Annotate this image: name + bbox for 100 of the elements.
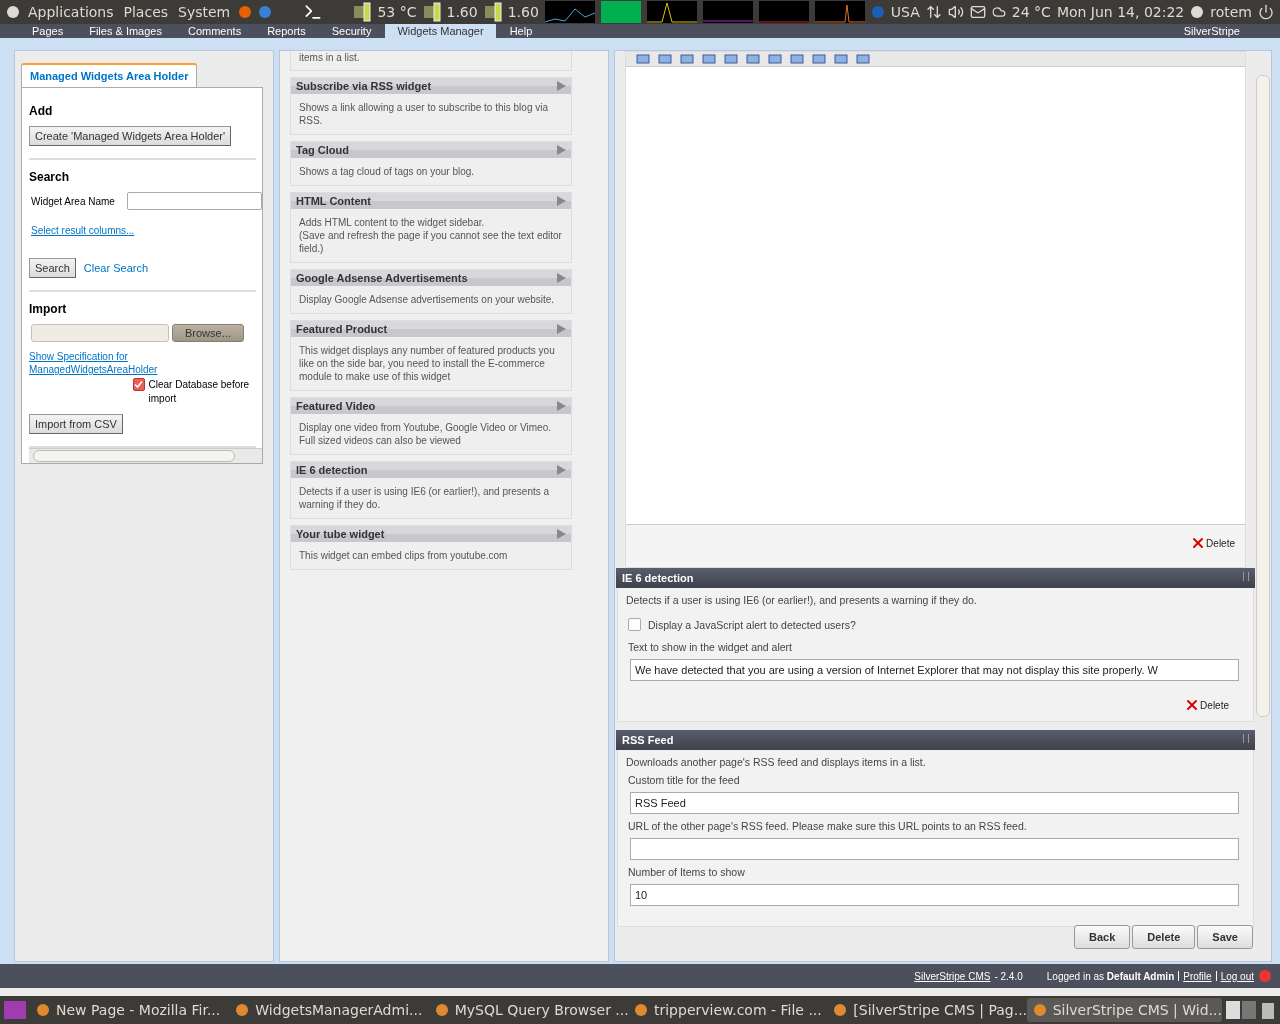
firefox-icon [238,5,253,19]
checkbox-label: Display a JavaScript alert to detected users? [647,618,856,631]
widget-description: Downloads another page's RSS feed and displays items in a list. [626,756,927,768]
table-tool-icon[interactable] [658,54,672,64]
keyboard-layout[interactable]: USA [890,4,920,20]
cms-tab[interactable]: Pages [20,24,76,38]
widget-area-name-field[interactable] [126,192,262,210]
widget-description: This widget can embed clips from youtube.com [298,549,509,563]
table-tool-icon[interactable] [812,54,826,64]
section-heading: Search [29,170,71,184]
expand-arrow-icon[interactable] [555,272,567,284]
widget-description: Shows a tag cloud of tags on your blog. [298,165,476,179]
taskbar-window-button[interactable]: WidgetsManagerAdmi... [229,998,425,1022]
file-field[interactable] [31,324,169,342]
table-tool-icon[interactable] [636,54,650,64]
table-tool-icon[interactable] [746,54,760,64]
action-button[interactable]: Save [1197,925,1253,949]
widget-title: Tag Cloud [296,144,349,156]
model-tab[interactable]: Managed Widgets Area Holder [21,63,198,87]
temperature-sensor-icon [353,2,372,22]
profile-link[interactable]: Profile [1183,970,1212,982]
logout-icon [1258,969,1272,983]
widget-card[interactable]: HTML Content Adds HTML content to the widget sidebar. (Save and refresh the page if you cannot see the text editor field.) [290,192,572,263]
widget-title: HTML Content [296,195,371,207]
cms-tab[interactable]: Security [319,24,384,38]
volume-icon[interactable] [947,4,964,20]
cms-tab[interactable]: Help [497,24,545,38]
expand-arrow-icon[interactable] [555,80,567,92]
clear-search-link[interactable]: Clear Search [83,262,149,274]
field-label: Widget Area Name [30,195,115,207]
cms-link[interactable]: SilverStripe CMS [914,970,991,982]
alert-checkbox[interactable] [628,618,641,631]
workspace-switcher-icon[interactable] [1225,1001,1256,1019]
expand-arrow-icon[interactable] [555,464,567,476]
panel-menu[interactable]: System [176,4,233,20]
field-label: Custom title for the feed [627,774,741,786]
cpu-frequency: 1.60 [446,4,478,20]
expand-arrow-icon[interactable] [555,400,567,412]
select-columns-link[interactable]: Select result columns... [31,225,135,236]
widget-card[interactable]: Tag Cloud Shows a tag cloud of tags on your blog. [290,141,572,186]
logout-link[interactable]: Log out [1220,970,1254,982]
table-tool-icon[interactable] [834,54,848,64]
cms-tab[interactable]: Reports [255,24,318,38]
panel-menu[interactable]: Applications [26,4,116,20]
widget-title: Featured Product [296,323,388,335]
action-button[interactable]: Delete [1132,925,1196,949]
taskbar-window-button[interactable]: tripperview.com - File ... [628,998,824,1022]
cms-tab[interactable]: Files & Images [77,24,174,38]
widget-description: Detects if a user is using IE6 (or earlier!), and presents a warning if they do. [626,594,978,606]
widget-description: This widget displays any number of featured products you like on the side bar, you need to install the E-commerce module to make use of this widget [298,344,556,384]
clear-database-checkbox[interactable] [133,378,145,391]
action-button[interactable]: Back [1073,925,1131,949]
table-tool-icon[interactable] [702,54,716,64]
widget-card[interactable]: Google Adsense Advertisements Display Google Adsense advertisements on your website. [290,269,572,314]
cpu-frequency: 1.60 [507,4,539,20]
expand-arrow-icon[interactable] [555,195,567,207]
widget-description: Shows a link allowing a user to subscribe to this blog via RSS. [298,101,550,128]
widget-header[interactable]: IE 6 detection [616,568,1255,588]
power-icon[interactable] [1258,4,1274,20]
import-csv-button[interactable]: Import from CSV [29,414,123,434]
mail-icon[interactable] [969,4,986,20]
text-field[interactable] [630,838,1239,860]
table-tool-icon[interactable] [768,54,782,64]
delete-link[interactable]: Delete [1200,697,1229,713]
cms-tab[interactable]: Widgets Manager [385,24,496,38]
expand-arrow-icon[interactable] [555,144,567,156]
widget-card[interactable]: IE 6 detection Detects if a user is using IE6 (or earlier!), and presents a warning if they do. [290,461,572,519]
text-field[interactable]: 10 [630,884,1239,906]
field-label: Number of Items to show [627,866,746,878]
network-icon[interactable] [925,4,942,20]
widget-title: Subscribe via RSS widget [296,80,432,92]
table-tool-icon[interactable] [790,54,804,64]
panel-menu[interactable]: Places [121,4,171,20]
horizontal-scrollbar[interactable] [29,448,262,463]
table-tool-icon[interactable] [856,54,870,64]
trash-icon[interactable] [1259,1000,1276,1020]
user-name[interactable]: rotem [1210,4,1252,20]
app-icon [36,1003,50,1017]
text-field[interactable]: We have detected that you are using a version of Internet Explorer that may not display this site properly. W [630,659,1239,681]
widget-card[interactable]: Your tube widget This widget can embed clips from youtube.com [290,525,572,570]
taskbar-window-button[interactable]: New Page - Mozilla Fir... [30,998,226,1022]
widget-header[interactable]: RSS Feed [616,730,1255,750]
specification-link[interactable]: Show Specification for ManagedWidgetsAreaHolder [29,350,179,376]
delete-link[interactable]: Delete [1206,535,1235,551]
widget-card[interactable]: Featured Product This widget displays any number of featured products you like on the side bar, you need to install the E-commerce module to make use of this widget [290,320,572,391]
widget-card[interactable]: Featured Video Display one video from Youtube, Google Video or Vimeo. Full sized videos can also be viewed [290,397,572,455]
table-tool-icon[interactable] [724,54,738,64]
search-button[interactable]: Search [29,258,76,278]
widget-card[interactable]: Subscribe via RSS widget Shows a link allowing a user to subscribe to this blog via RSS. [290,77,572,135]
taskbar-window-button[interactable]: SilverStripe CMS | Wid... [1026,998,1222,1022]
cms-tab[interactable]: Comments [175,24,254,38]
ubuntu-logo-icon [6,5,20,19]
expand-arrow-icon[interactable] [555,528,567,540]
expand-arrow-icon[interactable] [555,323,567,335]
clock[interactable]: Mon Jun 14, 02:22 [1056,4,1185,20]
text-field[interactable]: RSS Feed [630,792,1239,814]
browse-button[interactable]: Browse... [172,324,244,342]
weather-icon[interactable] [991,5,1006,19]
create-button[interactable]: Create 'Managed Widgets Area Holder' [29,126,232,146]
table-tool-icon[interactable] [680,54,694,64]
